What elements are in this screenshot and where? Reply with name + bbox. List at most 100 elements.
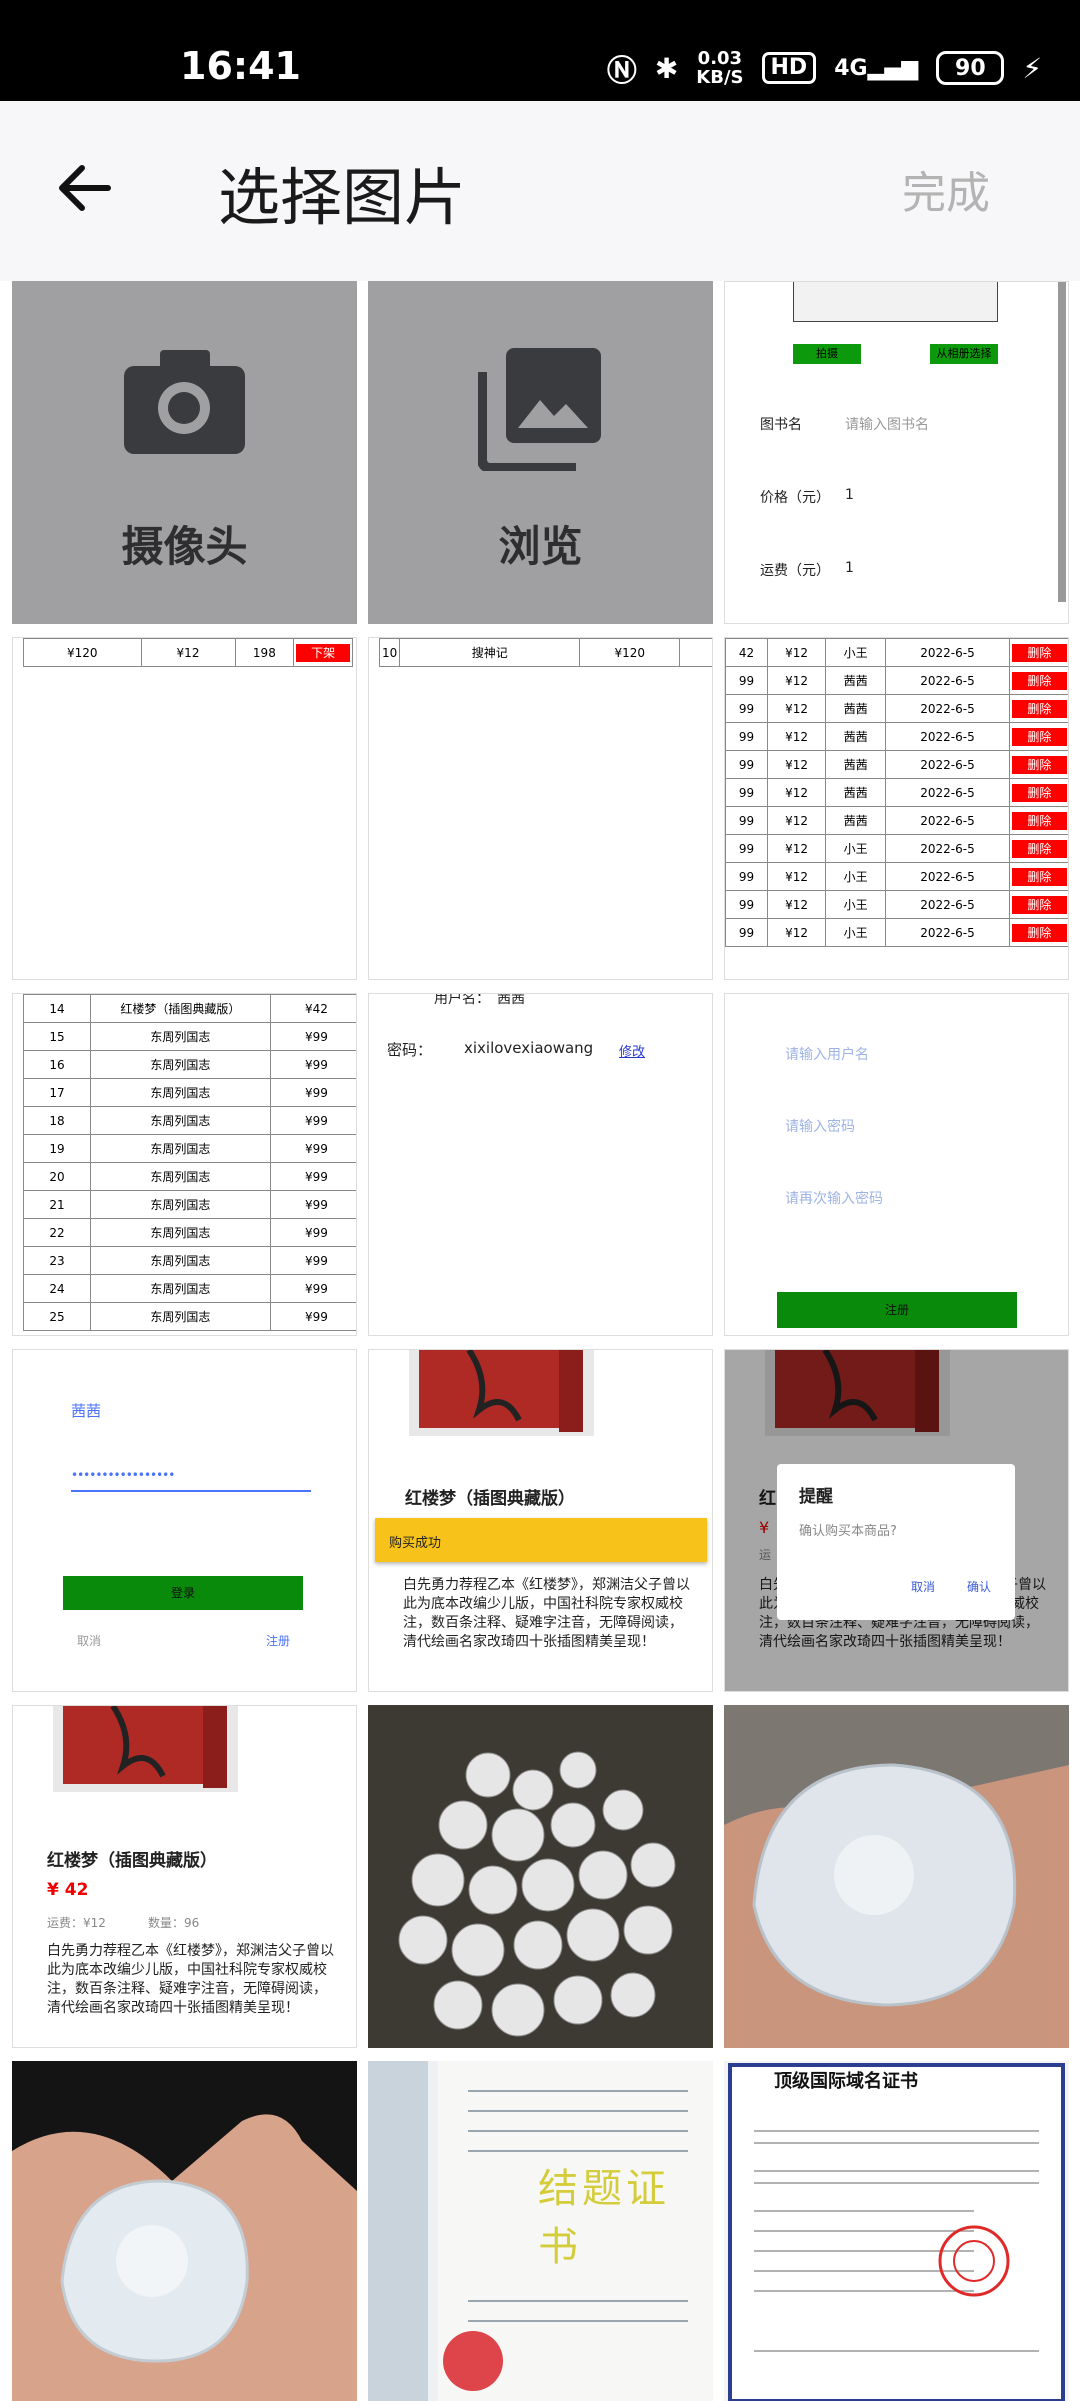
table-cell: 22 — [23, 1218, 91, 1247]
table-cell: ¥99 — [269, 1302, 356, 1331]
done-button[interactable]: 完成 — [902, 157, 990, 221]
hailstones-photo — [368, 1705, 713, 2048]
from-album-button: 从相册选择 — [930, 344, 998, 364]
table-cell: 删除 — [1008, 862, 1068, 891]
table-cell: 99 — [725, 778, 769, 807]
price-label: 价格（元） — [760, 490, 830, 506]
table-cell: 20 — [23, 1162, 91, 1191]
dialog-cancel: 取消 — [911, 1580, 936, 1594]
thumb-hand-hail[interactable] — [724, 1705, 1069, 2048]
thumb-confirm-dialog[interactable]: 红 ¥ 运 白先勇力荐程乙本《红楼梦》，郑渊洁父子曾以此为底本改编少儿版，中国社… — [724, 1349, 1069, 1692]
back-button[interactable] — [50, 153, 120, 223]
thumb-book-detail[interactable]: 红楼梦（插图典藏版） 购买成功 白先勇力荐程乙本《红楼梦》，郑渊洁父子曾以此为底… — [368, 1349, 713, 1692]
charging-icon: ⚡ — [1022, 51, 1042, 85]
thumb-login[interactable]: 茜茜 ••••••••••••••••• 登录 取消 注册 — [12, 1349, 357, 1692]
thumb-book-table[interactable]: 14 红楼梦（插图典藏版） ¥42 15 东周列国志 ¥99 16 东周列国志 ¥99 17 东周列… — [12, 993, 357, 1336]
table-cell: ¥99 — [269, 1218, 356, 1247]
table-cell: ¥99 — [269, 1162, 356, 1191]
book-description: 白先勇力荐程乙本《红楼梦》，郑渊洁父子曾以此为底本改编少儿版，中国社科院专家权威… — [403, 1577, 690, 1650]
table-cell: 东周列国志 — [89, 1218, 271, 1247]
nfc-icon: Ⓝ — [606, 54, 637, 89]
table-cell: 删除 — [1008, 834, 1068, 863]
thumb-certificate-2[interactable]: 顶级国际域名证书 — [724, 2061, 1069, 2401]
confirm-placeholder: 请再次输入密码 — [785, 1191, 883, 1207]
camera-tile[interactable]: 摄像头 — [12, 281, 357, 624]
table-row: 19 东周列国志 ¥99 — [23, 1134, 356, 1163]
cell-qty: 198 — [234, 638, 295, 667]
delete-badge: 删除 — [1011, 671, 1067, 690]
thumb-book-detail-2[interactable]: 红楼梦（插图典藏版） ¥ 42 运费：¥12 数量：96 白先勇力荐程乙本《红楼… — [12, 1705, 357, 2048]
password-placeholder: 请输入密码 — [785, 1119, 855, 1135]
signal-icon: 4G▂▄▆ — [834, 55, 919, 81]
table-row: 99 ¥12 茜茜 2022-6-5 删除 — [725, 666, 1068, 695]
table-row: ¥120 ¥12 198 下架 — [23, 638, 353, 667]
book-name-label: 图书名 — [760, 417, 802, 433]
username-partial: 用户名： 茜茜 — [434, 994, 525, 1008]
confirm-dialog: 提醒 确认购买本商品? 取消 确认 — [777, 1464, 1015, 1620]
delete-badge: 删除 — [1011, 811, 1067, 830]
table-row: 99 ¥12 茜茜 2022-6-5 删除 — [725, 694, 1068, 723]
thumb-order-table[interactable]: 42 ¥12 小王 2022-6-5 删除 99 ¥12 茜茜 2022-6-5 删除 99 ¥12 茜… — [724, 637, 1069, 980]
network-type: 4G — [834, 55, 868, 81]
table-cell: 删除 — [1008, 890, 1068, 919]
hand-hail-photo — [724, 1705, 1069, 2048]
table-cell: 99 — [725, 722, 769, 751]
table-cell: 2022-6-5 — [885, 834, 1010, 863]
table-cell: ¥12 — [767, 778, 827, 807]
thumb-hailstones[interactable] — [368, 1705, 713, 2048]
back-arrow-icon — [59, 165, 111, 211]
table-row: 99 ¥12 茜茜 2022-6-5 删除 — [725, 778, 1068, 807]
price-value: 1 — [845, 487, 854, 503]
hd-badge: HD — [761, 52, 817, 84]
cell-fee: ¥12 — [140, 638, 236, 667]
table-cell: 15 — [23, 1022, 91, 1051]
table-cell: 21 — [23, 1190, 91, 1219]
cell-action: 下架 — [296, 643, 350, 662]
shipping-label: 运费（元） — [760, 563, 830, 579]
thumb-scrollbar — [1058, 282, 1066, 602]
table-cell: 2022-6-5 — [885, 722, 1010, 751]
book-title: 红楼梦（插图典藏版） — [47, 1851, 217, 1871]
thumb-table-row10[interactable]: 10 搜神记 ¥120 — [368, 637, 713, 980]
status-bar: 16:41 Ⓝ ✱ 0.03 KB/S HD 4G▂▄▆ 90 ⚡ — [0, 0, 1080, 101]
table-row: 42 ¥12 小王 2022-6-5 删除 — [725, 638, 1068, 667]
table-cell: 17 — [23, 1078, 91, 1107]
thumb-hand-hail-2[interactable] — [12, 2061, 357, 2401]
input-underline — [71, 1490, 311, 1492]
toast: 购买成功 — [375, 1518, 707, 1562]
register-link: 注册 — [266, 1634, 291, 1648]
thumb-certificate-1[interactable]: 结题证书 — [368, 2061, 713, 2401]
table-cell: 东周列国志 — [89, 1106, 271, 1135]
table-cell: 99 — [725, 890, 769, 919]
table-cell: 99 — [725, 666, 769, 695]
thumb-book-form[interactable]: 拍摄 从相册选择 图书名 请输入图书名 价格（元） 1 运费（元） 1 — [724, 281, 1069, 624]
thumb-table-row120[interactable]: ¥120 ¥12 198 下架 — [12, 637, 357, 980]
table-cell: 东周列国志 — [89, 1302, 271, 1331]
thumb-register[interactable]: 请输入用户名 请输入密码 请再次输入密码 注册 — [724, 993, 1069, 1336]
table-cell: ¥12 — [767, 806, 827, 835]
table-row: 99 ¥12 小王 2022-6-5 删除 — [725, 890, 1068, 919]
table-cell: 删除 — [1008, 778, 1068, 807]
table-cell: 99 — [725, 834, 769, 863]
register-button: 注册 — [777, 1292, 1017, 1328]
battery-icon: 90 — [936, 51, 1005, 85]
delete-badge: 删除 — [1011, 699, 1067, 718]
table-cell: 2022-6-5 — [885, 694, 1010, 723]
browse-tile[interactable]: 浏览 — [368, 281, 713, 624]
table-cell: 东周列国志 — [89, 1050, 271, 1079]
thumb-password[interactable]: 用户名： 茜茜 密码： xixilovexiaowang 修改 — [368, 993, 713, 1336]
book-description: 白先勇力荐程乙本《红楼梦》，郑渊洁父子曾以此为底本改编少儿版，中国社科院专家权威… — [47, 1943, 334, 2016]
table-row: 18 东周列国志 ¥99 — [23, 1106, 356, 1135]
table-cell: ¥12 — [767, 722, 827, 751]
table-cell: 东周列国志 — [89, 1022, 271, 1051]
cell-name: 搜神记 — [399, 638, 581, 667]
delete-badge: 删除 — [1011, 727, 1067, 746]
table-cell: ¥12 — [767, 638, 827, 667]
table-cell: ¥99 — [269, 1134, 356, 1163]
book-qty: 数量：96 — [148, 1916, 200, 1930]
table-row: 99 ¥12 茜茜 2022-6-5 删除 — [725, 806, 1068, 835]
table-cell: 删除 — [1008, 918, 1068, 947]
table-row: 20 东周列国志 ¥99 — [23, 1162, 356, 1191]
username-value: 茜茜 — [71, 1402, 102, 1420]
table-cell: ¥42 — [269, 994, 356, 1023]
